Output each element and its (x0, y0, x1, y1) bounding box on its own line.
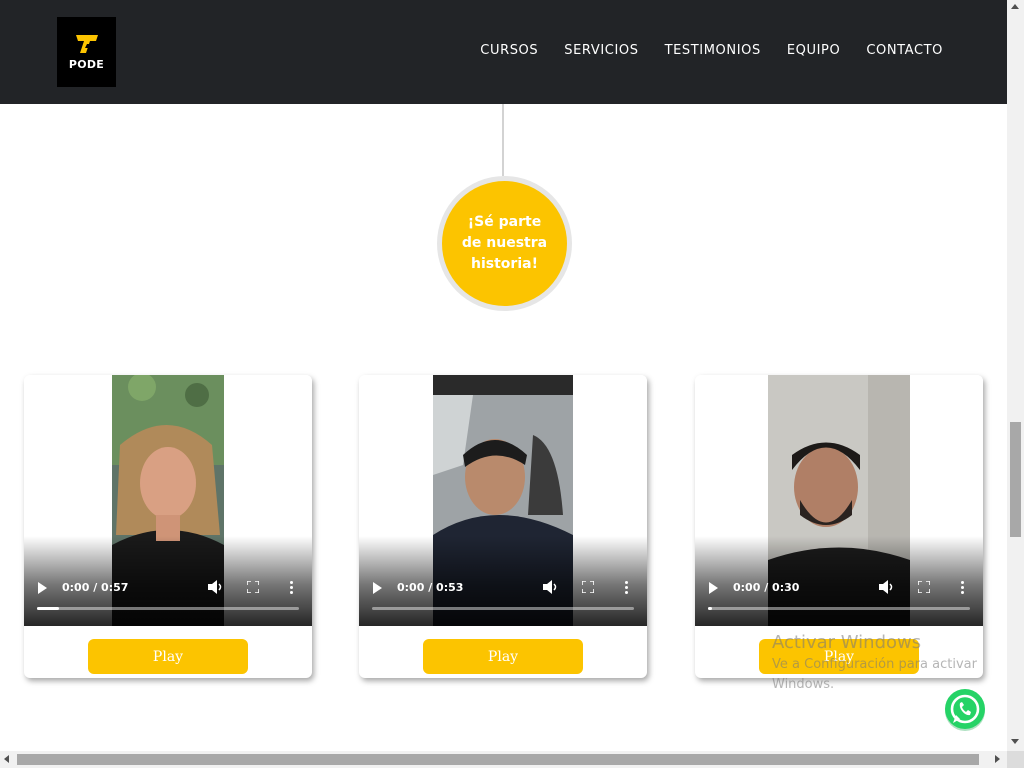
scroll-up-arrow-icon[interactable] (1011, 4, 1019, 9)
nav-equipo[interactable]: EQUIPO (787, 43, 840, 58)
more-options-icon[interactable] (625, 581, 629, 594)
testimonial-card: 0:00 / 0:57 Play (24, 375, 312, 678)
video-time: 0:00 / 0:57 (62, 581, 129, 594)
testimonial-card: 0:00 / 0:53 Play (359, 375, 647, 678)
scroll-down-arrow-icon[interactable] (1011, 739, 1019, 744)
video-time: 0:00 / 0:53 (397, 581, 464, 594)
play-icon[interactable] (373, 582, 382, 594)
whatsapp-icon[interactable] (943, 688, 987, 732)
horizontal-scroll-thumb[interactable] (17, 754, 979, 765)
fullscreen-icon[interactable] (582, 581, 594, 593)
nav-testimonios[interactable]: TESTIMONIOS (665, 43, 761, 58)
video-player[interactable]: 0:00 / 0:53 (359, 375, 647, 626)
play-button[interactable]: Play (88, 639, 248, 674)
logo-mark-icon (75, 35, 98, 53)
volume-icon[interactable] (208, 580, 224, 594)
main-nav: CURSOS SERVICIOS TESTIMONIOS EQUIPO CONT… (480, 43, 943, 58)
fullscreen-icon[interactable] (247, 581, 259, 593)
video-player[interactable]: 0:00 / 0:30 (695, 375, 983, 626)
play-button[interactable]: Play (423, 639, 583, 674)
video-time: 0:00 / 0:30 (733, 581, 800, 594)
page: PODE CURSOS SERVICIOS TESTIMONIOS EQUIPO… (0, 0, 1024, 768)
pode-logo[interactable]: PODE (57, 17, 116, 87)
play-icon[interactable] (709, 582, 718, 594)
video-progress-fill (708, 607, 712, 610)
site-header: PODE CURSOS SERVICIOS TESTIMONIOS EQUIPO… (0, 0, 1007, 104)
timeline-badge: ¡Sé parte de nuestra historia! (442, 181, 567, 306)
watermark-title: Activar Windows (772, 632, 922, 653)
more-options-icon[interactable] (961, 581, 965, 594)
logo-text: PODE (68, 58, 105, 71)
timeline-badge-text: ¡Sé parte de nuestra historia! (461, 214, 548, 272)
volume-icon[interactable] (543, 580, 559, 594)
scroll-left-arrow-icon[interactable] (4, 755, 9, 763)
video-progress-fill (37, 607, 59, 610)
video-player[interactable]: 0:00 / 0:57 (24, 375, 312, 626)
scrollbar-corner (1007, 751, 1024, 768)
video-progress-track[interactable] (372, 607, 634, 610)
more-options-icon[interactable] (290, 581, 294, 594)
windows-activation-watermark: Activar Windows Ve a Configuración para … (772, 632, 992, 695)
nav-servicios[interactable]: SERVICIOS (564, 43, 638, 58)
video-progress-track[interactable] (37, 607, 299, 610)
fullscreen-icon[interactable] (918, 581, 930, 593)
scroll-right-arrow-icon[interactable] (995, 755, 1000, 763)
horizontal-scrollbar[interactable] (0, 751, 1007, 768)
volume-icon[interactable] (879, 580, 895, 594)
timeline-line (502, 104, 504, 176)
vertical-scroll-thumb[interactable] (1010, 422, 1021, 537)
vertical-scrollbar[interactable] (1007, 0, 1024, 751)
nav-cursos[interactable]: CURSOS (480, 43, 538, 58)
play-icon[interactable] (38, 582, 47, 594)
video-progress-track[interactable] (708, 607, 970, 610)
nav-contacto[interactable]: CONTACTO (866, 43, 943, 58)
